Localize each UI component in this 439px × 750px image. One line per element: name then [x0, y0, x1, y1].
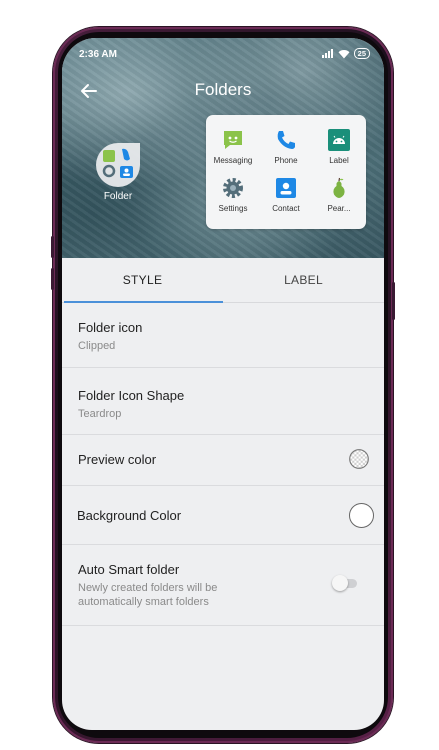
tab-label[interactable]: LABEL [223, 258, 384, 302]
setting-title: Folder Icon Shape [78, 388, 185, 403]
app-label: Settings [218, 204, 248, 213]
setting-value: Clipped [78, 340, 116, 352]
page-title: Folders [194, 80, 252, 99]
phone-screen: 2:36 AM 25 Folders Folder Messaging Phon… [62, 38, 384, 730]
setting-auto-smart-folder[interactable]: Auto Smart folder Newly created folders … [62, 545, 384, 626]
status-time: 2:36 AM [79, 49, 117, 60]
power-button [392, 282, 395, 320]
settings-list: Folder icon Clipped Folder Icon Shape Te… [62, 303, 384, 626]
toggle-knob [332, 575, 348, 591]
volume-down-button [51, 268, 54, 290]
setting-subtitle-line2: automatically smart folders [78, 596, 209, 608]
app-label: Contact [272, 204, 300, 213]
setting-title: Folder icon [78, 320, 143, 335]
setting-background-color[interactable]: Background Color [62, 486, 384, 545]
app-phone: Phone [259, 128, 313, 165]
app-label: Messaging [213, 156, 253, 165]
auto-smart-folder-toggle[interactable] [332, 573, 360, 595]
tab-bar: STYLE LABEL [62, 258, 384, 303]
setting-folder-icon[interactable]: Folder icon Clipped [62, 303, 384, 368]
tab-style[interactable]: STYLE [62, 258, 223, 303]
setting-preview-color[interactable]: Preview color [62, 435, 384, 486]
setting-title: Background Color [77, 508, 182, 523]
folder-contents-preview: Messaging Phone Label Settings Contact P… [206, 115, 366, 229]
app-label-android: Label [312, 128, 366, 165]
setting-value: Teardrop [78, 408, 122, 420]
setting-title: Preview color [78, 452, 157, 467]
folder-preview-icon [96, 143, 140, 187]
pear-icon [333, 177, 345, 198]
app-contact: Contact [259, 176, 313, 213]
status-icons: 25 [321, 48, 370, 59]
folder-preview-label: Folder [103, 191, 133, 202]
setting-folder-icon-shape[interactable]: Folder Icon Shape Teardrop [62, 368, 384, 435]
setting-subtitle-line1: Newly created folders will be [78, 582, 218, 594]
setting-title: Auto Smart folder [78, 562, 180, 577]
app-label: Label [329, 156, 349, 165]
signal-icon [321, 49, 333, 58]
contact-icon [276, 178, 296, 198]
volume-up-button [51, 236, 54, 258]
preview-color-swatch[interactable] [348, 448, 370, 470]
messaging-icon [224, 131, 242, 149]
settings-gear-icon [223, 178, 243, 198]
background-color-swatch[interactable] [349, 503, 374, 528]
app-messaging: Messaging [206, 128, 260, 165]
android-icon [328, 129, 350, 151]
app-settings: Settings [206, 176, 260, 213]
app-label: Phone [274, 156, 298, 165]
app-label: Pear... [327, 204, 351, 213]
phone-icon [277, 131, 295, 149]
battery-indicator: 25 [353, 48, 370, 59]
app-pear: Pear... [312, 176, 366, 213]
wifi-icon [338, 49, 350, 58]
